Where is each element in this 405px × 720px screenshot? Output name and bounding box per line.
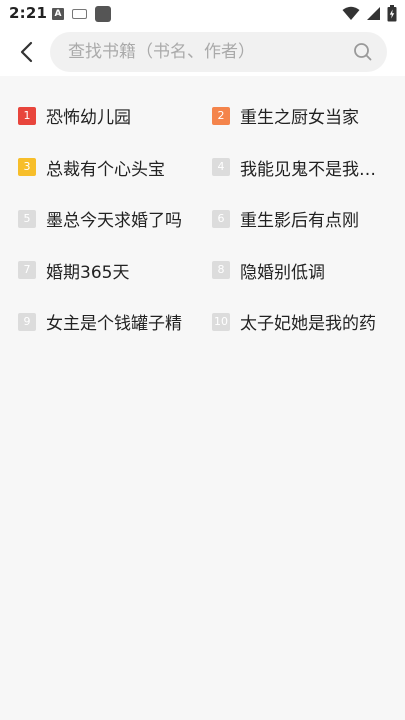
book-title: 太子妃她是我的药 <box>240 314 376 335</box>
book-title: 重生影后有点刚 <box>240 211 359 232</box>
back-arrow-icon <box>20 41 33 63</box>
system-icons <box>342 5 397 22</box>
rank-badge: 10 <box>212 312 230 331</box>
search-box[interactable] <box>50 32 387 72</box>
hot-book-item[interactable]: 6 重生影后有点刚 <box>212 193 405 245</box>
search-input[interactable] <box>68 32 348 72</box>
hot-book-item[interactable]: 1 恐怖幼儿园 <box>18 90 212 142</box>
status-bar: 2:21 A <box>0 0 405 28</box>
rank-badge: 8 <box>212 261 230 280</box>
hot-book-item[interactable]: 3 总裁有个心头宝 <box>18 142 212 194</box>
hot-book-item[interactable]: 4 我能见鬼不是我的错 <box>212 142 405 194</box>
book-title: 婚期365天 <box>46 262 130 283</box>
rank-badge: 5 <box>18 209 36 228</box>
signal-icon <box>367 7 380 20</box>
square-icon <box>95 6 111 22</box>
hot-book-item[interactable]: 7 婚期365天 <box>18 245 212 297</box>
rank-badge: 2 <box>212 106 230 125</box>
battery-icon <box>387 5 397 22</box>
search-icon[interactable] <box>353 42 373 62</box>
rank-badge: 1 <box>18 106 36 125</box>
book-title: 总裁有个心头宝 <box>46 159 165 180</box>
book-title: 女主是个钱罐子精 <box>46 314 182 335</box>
hot-book-list: 1 恐怖幼儿园 2 重生之厨女当家 3 总裁有个心头宝 4 我能见鬼不是我的错 5 墨总今天求婚了… <box>0 90 405 348</box>
hot-book-item[interactable]: 5 墨总今天求婚了吗 <box>18 193 212 245</box>
rank-badge: 7 <box>18 261 36 280</box>
hot-book-item[interactable]: 10 太子妃她是我的药 <box>212 296 405 348</box>
search-header <box>0 28 405 76</box>
hot-book-item[interactable]: 9 女主是个钱罐子精 <box>18 296 212 348</box>
rank-badge: 9 <box>18 312 36 331</box>
book-title: 我能见鬼不是我的错 <box>240 159 386 180</box>
rank-badge: 3 <box>18 158 36 177</box>
book-title: 隐婚别低调 <box>240 262 325 283</box>
book-title: 墨总今天求婚了吗 <box>46 211 182 232</box>
rank-badge: 6 <box>212 209 230 228</box>
a-icon: A <box>52 8 64 20</box>
rank-badge: 4 <box>212 158 230 177</box>
hot-book-item[interactable]: 8 隐婚别低调 <box>212 245 405 297</box>
book-title: 恐怖幼儿园 <box>46 108 131 129</box>
wifi-icon <box>342 6 360 20</box>
back-button[interactable] <box>10 36 42 68</box>
book-title: 重生之厨女当家 <box>240 108 359 129</box>
hot-book-item[interactable]: 2 重生之厨女当家 <box>212 90 405 142</box>
notification-icons: A <box>52 6 111 22</box>
status-time: 2:21 <box>9 4 48 22</box>
keyboard-icon <box>72 9 87 19</box>
